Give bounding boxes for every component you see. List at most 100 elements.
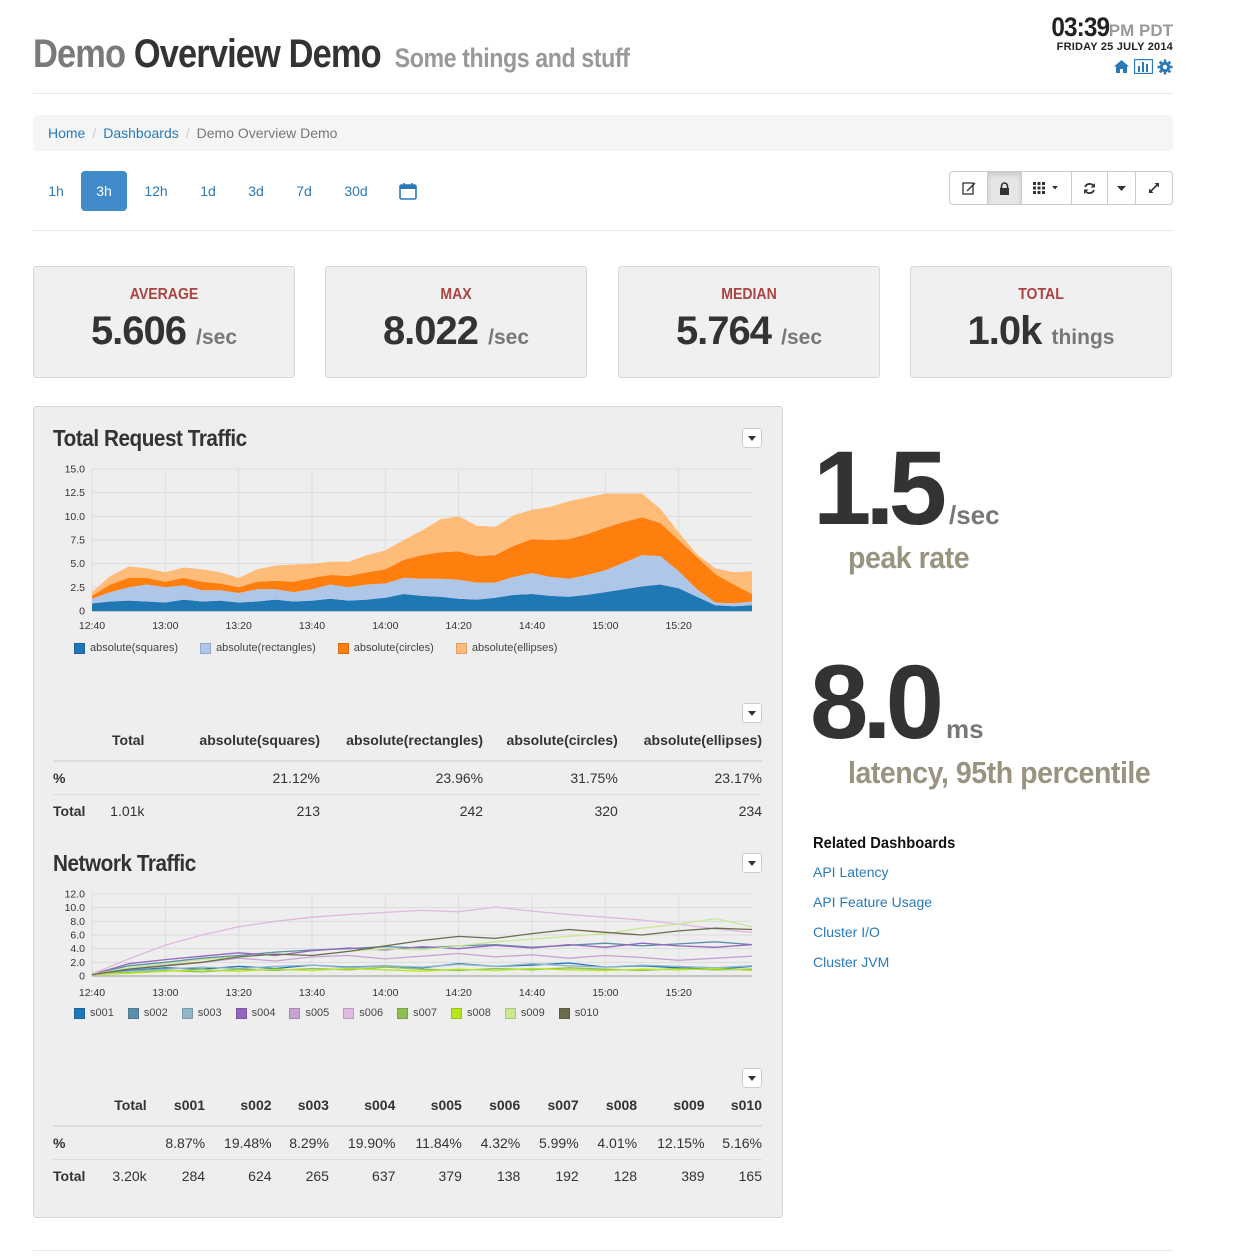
legend-item[interactable]: s010 xyxy=(558,1007,599,1019)
table-cell: 637 xyxy=(328,1159,396,1192)
x-tick-label: 14:20 xyxy=(446,987,472,999)
table-cell: 1.01k xyxy=(91,794,145,827)
table-cell: 624 xyxy=(205,1159,272,1192)
legend-label: s009 xyxy=(520,1007,545,1019)
table-cell: 192 xyxy=(520,1159,579,1192)
table-header[interactable] xyxy=(53,732,92,762)
home-icon[interactable] xyxy=(1113,59,1130,80)
y-tick-label: 10.0 xyxy=(65,511,86,523)
y-tick-label: 15.0 xyxy=(65,464,86,476)
table-header[interactable]: s009 xyxy=(637,1097,705,1127)
lock-icon[interactable] xyxy=(988,172,1022,204)
table-header[interactable]: absolute(squares) xyxy=(144,732,320,762)
legend-item[interactable]: s003 xyxy=(181,1007,222,1019)
legend-label: s004 xyxy=(251,1007,276,1019)
peak-rate-value: 1.5 xyxy=(813,430,947,547)
time-range-1h[interactable]: 1h xyxy=(33,171,79,211)
stat-value: 1.0k xyxy=(967,309,1043,353)
legend-item[interactable]: absolute(squares) xyxy=(74,642,178,654)
table-header[interactable]: absolute(ellipses) xyxy=(617,732,762,762)
breadcrumb-dashboards[interactable]: Dashboards xyxy=(103,125,179,141)
caret-down-icon[interactable] xyxy=(1108,172,1136,204)
y-tick-label: 6.0 xyxy=(70,930,85,942)
traffic-chart: 0 2.5 5.0 7.5 10.0 12.5 15.0 12:40 13:00 13:20 13:… xyxy=(65,464,752,632)
legend-swatch xyxy=(455,642,467,654)
table-header[interactable]: s010 xyxy=(704,1097,762,1127)
network-chart-menu-button[interactable] xyxy=(742,853,762,873)
time-range-12h[interactable]: 12h xyxy=(133,171,179,211)
page-header: Demo Overview Demo Some things and stuff… xyxy=(33,12,1173,94)
legend-item[interactable]: s006 xyxy=(343,1007,383,1019)
calendar-icon[interactable] xyxy=(385,171,431,211)
table-header[interactable]: s007 xyxy=(520,1097,579,1127)
edit-icon[interactable] xyxy=(950,172,988,204)
legend-item[interactable]: absolute(rectangles) xyxy=(200,642,316,654)
legend-swatch xyxy=(343,1007,355,1019)
related-link-api-latency[interactable]: API Latency xyxy=(813,863,968,893)
table-header[interactable]: s008 xyxy=(578,1097,638,1127)
table-cell: 128 xyxy=(578,1159,638,1192)
legend-item[interactable]: absolute(circles) xyxy=(337,642,434,654)
traffic-table-menu-button[interactable] xyxy=(742,703,762,723)
time-range-3h[interactable]: 3h xyxy=(81,171,127,211)
legend-item[interactable]: s005 xyxy=(289,1007,329,1019)
x-tick-label: 13:00 xyxy=(152,620,178,632)
grid-icon[interactable] xyxy=(1022,172,1072,204)
legend-item[interactable]: s009 xyxy=(504,1007,545,1019)
refresh-icon[interactable] xyxy=(1072,172,1108,204)
page-title: Demo Overview Demo Some things and stuff xyxy=(33,32,630,77)
fullscreen-icon[interactable] xyxy=(1136,172,1172,204)
time-range-30d[interactable]: 30d xyxy=(333,171,379,211)
clock: 03:39PM PDT FRIDAY 25 JULY 2014 xyxy=(1045,12,1173,80)
network-table-menu-button[interactable] xyxy=(742,1068,762,1088)
caret-down-icon xyxy=(748,710,756,716)
table-header[interactable]: s005 xyxy=(395,1097,462,1127)
breadcrumb-home[interactable]: Home xyxy=(48,125,85,141)
network-summary-table: Total s001 s002 s003 s004 s005 s006 s007 s008 s00… xyxy=(53,1097,762,1192)
traffic-chart-title: Total Request Traffic xyxy=(53,425,247,451)
table-header[interactable]: Total xyxy=(91,732,145,762)
legend-label: s010 xyxy=(574,1007,599,1019)
stat-total: TOTAL 1.0k things xyxy=(910,266,1172,378)
table-header[interactable]: absolute(circles) xyxy=(483,732,618,762)
legend-item[interactable]: s007 xyxy=(397,1007,437,1019)
time-range-7d[interactable]: 7d xyxy=(281,171,327,211)
table-row: Total 1.01k 213 242 320 234 xyxy=(53,794,762,827)
legend-label: s002 xyxy=(143,1007,168,1019)
legend-swatch xyxy=(235,1007,247,1019)
table-cell: 234 xyxy=(617,794,762,827)
legend-swatch xyxy=(397,1007,409,1019)
table-header[interactable]: s001 xyxy=(146,1097,206,1127)
table-header[interactable] xyxy=(53,1097,94,1127)
table-cell: 12.15% xyxy=(637,1125,705,1160)
caret-down-icon xyxy=(748,435,756,441)
legend-item[interactable]: s008 xyxy=(451,1007,491,1019)
table-header[interactable]: s004 xyxy=(328,1097,396,1127)
traffic-chart-menu-button[interactable] xyxy=(742,428,762,448)
legend-item[interactable]: absolute(ellipses) xyxy=(455,642,557,654)
legend-item[interactable]: s001 xyxy=(74,1007,114,1019)
table-header[interactable]: s002 xyxy=(205,1097,272,1127)
x-tick-label: 12:40 xyxy=(79,620,105,632)
table-header[interactable]: s003 xyxy=(271,1097,329,1127)
gear-icon[interactable] xyxy=(1157,59,1173,80)
legend-label: absolute(rectangles) xyxy=(216,642,316,654)
related-link-cluster-io[interactable]: Cluster I/O xyxy=(813,923,968,953)
table-cell xyxy=(93,1125,147,1160)
y-tick-label: 7.5 xyxy=(70,535,85,547)
latency-stat: 8.0 ms xyxy=(810,650,984,755)
time-range-1d[interactable]: 1d xyxy=(185,171,231,211)
table-header[interactable]: s006 xyxy=(461,1097,521,1127)
stat-label: MAX xyxy=(440,286,472,303)
table-header[interactable]: Total xyxy=(93,1097,147,1127)
legend-item[interactable]: s004 xyxy=(235,1007,276,1019)
x-tick-label: 14:40 xyxy=(519,987,545,999)
related-link-cluster-jvm[interactable]: Cluster JVM xyxy=(813,953,968,983)
legend-label: absolute(squares) xyxy=(90,642,179,654)
time-range-3d[interactable]: 3d xyxy=(233,171,279,211)
legend-item[interactable]: s002 xyxy=(127,1007,168,1019)
chart-icon[interactable] xyxy=(1133,58,1154,80)
x-tick-label: 15:20 xyxy=(666,987,692,999)
table-header[interactable]: absolute(rectangles) xyxy=(320,732,484,762)
related-link-api-feature-usage[interactable]: API Feature Usage xyxy=(813,893,968,923)
